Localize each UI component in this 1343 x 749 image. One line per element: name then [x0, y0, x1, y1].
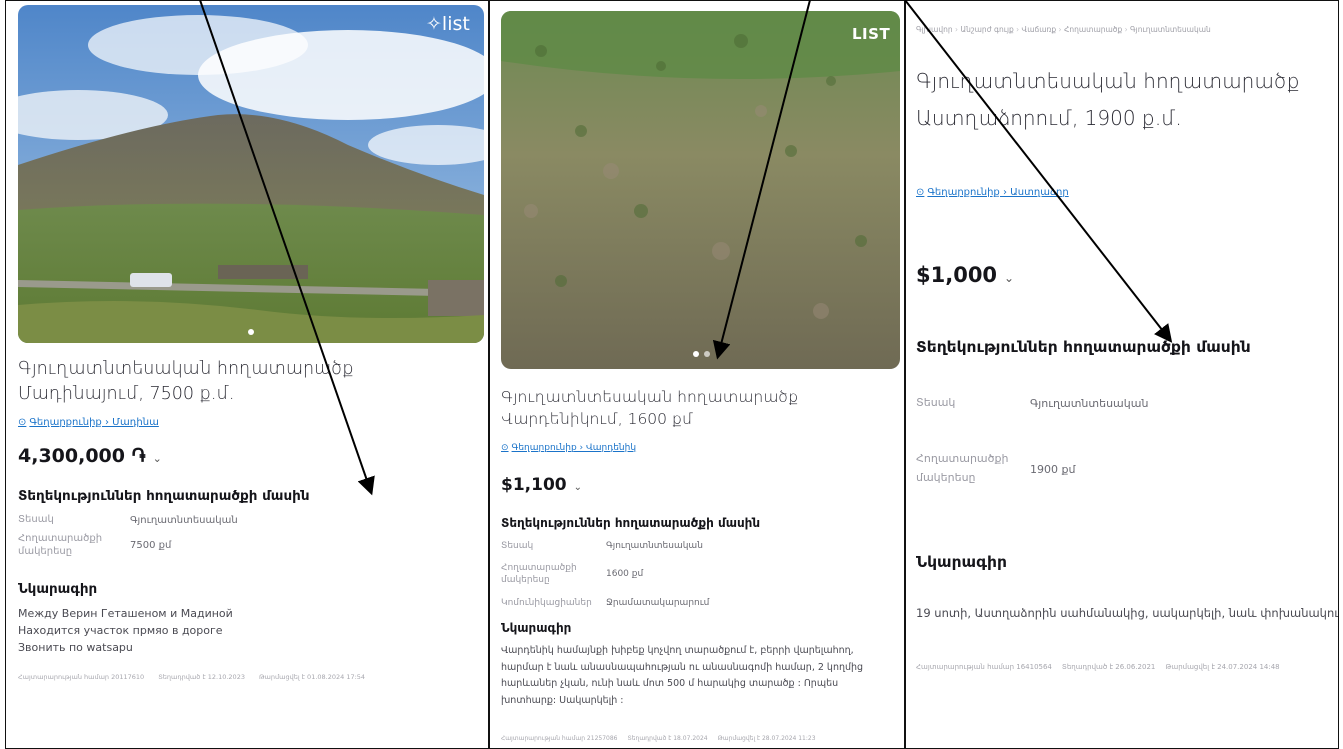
carousel-dot[interactable] [693, 351, 699, 357]
price-value: 4,300,000 ֏ [18, 445, 146, 467]
description-line: Находится участок прмяо в дороге [18, 624, 223, 638]
breadcrumb: ԳլխավորԱնշարժ գույքՎաճառքՀողատարածքԳյուղ… [916, 25, 1211, 34]
listing-card-astghadzor: ԳլխավորԱնշարժ գույքՎաճառքՀողատարածքԳյուղ… [905, 0, 1339, 749]
details-heading: Տեղեկություններ հողատարածքի մասին [916, 338, 1251, 356]
location-link[interactable]: ⊙ Գեղարքունիք › Մադինա [18, 417, 159, 428]
updated-date: Թարմացվել է 28.07.2024 11:23 [717, 735, 816, 742]
carousel-dot[interactable] [704, 351, 710, 357]
list-logo-icon: LIST [852, 25, 891, 43]
property-row: Հողատարածքի մակերեսը 1900 քմ [916, 445, 1331, 493]
property-key: Կոմունիկացիաներ [501, 597, 592, 608]
description: Վարդենիկ համայնքի խիբեք կոչվող տարածքում… [501, 645, 864, 706]
description: Между Верин Геташеном и Мадиной Находитс… [18, 605, 458, 656]
property-key: Հողատարածքի մակերեսը [501, 562, 577, 585]
description-heading: Նկարագիր [916, 553, 1007, 571]
location-text[interactable]: Գեղարքունիք › Մադինա [29, 417, 158, 428]
property-row: Հողատարածքի մակերեսը 7500 քմ [18, 530, 438, 560]
listing-id: Հայտարարության համար 21257086 [501, 735, 618, 742]
property-row: Տեսակ Գյուղատնտեսական [916, 393, 1331, 413]
chevron-down-icon[interactable]: ⌄ [574, 482, 582, 493]
updated-date: Թարմացվել է 01.08.2024 17:54 [258, 673, 366, 681]
listing-meta: Հայտարարության համար 20117610 Տեղադրված … [18, 673, 365, 681]
description-heading: Նկարագիր [501, 621, 572, 635]
description-line: Звонить по watsapu [18, 641, 133, 655]
property-key: Տեսակ [501, 540, 534, 551]
listing-title: Գյուղատնտեսական հողատարածք Մադինայում, 7… [18, 359, 354, 405]
location-pin-icon: ⊙ [501, 443, 509, 453]
listing-id: Հայտարարության համար 16410564 [916, 663, 1052, 671]
description: 19 սոտի, Աստղաձորին սահմանակից, սակարկել… [916, 606, 1339, 620]
updated-date: Թարմացվել է 24.07.2024 14:48 [1165, 663, 1280, 671]
details-heading: Տեղեկություններ հողատարածքի մասին [18, 488, 310, 504]
property-value: Գյուղատնտեսական [130, 514, 238, 526]
listing-meta: Հայտարարության համար 16410564 Տեղադրված … [916, 663, 1280, 671]
property-key: Հողատարածքի մակերեսը [18, 532, 103, 558]
list-logo-icon: ✧list [426, 13, 470, 35]
carousel-dots[interactable] [248, 329, 254, 335]
listing-card-vardenik: LIST Գյուղատնտեսական հողատարածք Վարդենիկ… [489, 0, 905, 749]
property-value: 1600 քմ [606, 569, 644, 579]
breadcrumb-item[interactable]: Հողատարածք [1056, 25, 1122, 34]
price-value: $1,000 [916, 263, 998, 287]
chevron-down-icon[interactable]: ⌄ [153, 452, 162, 465]
carousel-dot[interactable] [248, 329, 254, 335]
price-value: $1,100 [501, 475, 567, 495]
location-text[interactable]: Գեղարքունիք › Աստղաձոր [927, 187, 1068, 198]
location-link[interactable]: ⊙ Գեղարքունիք › Վարդենիկ [501, 443, 636, 453]
mountain-landscape-image [18, 5, 484, 343]
property-row: Հողատարածքի մակերեսը 1600 քմ [501, 556, 891, 592]
description-heading: Նկարագիր [18, 581, 98, 597]
posted-date: Տեղադրված է 12.10.2023 [158, 673, 245, 681]
property-value: Ջրամատակարարում [606, 598, 710, 608]
price[interactable]: 4,300,000 ֏ ⌄ [18, 445, 162, 467]
listing-title: Գյուղատնտեսական հողատարածք Վարդենիկում, … [501, 388, 799, 429]
property-key: Տեսակ [18, 514, 54, 526]
property-value: Գյուղատնտեսական [1030, 396, 1149, 410]
listing-card-madina: ✧list Գյուղատնտեսական հողատարածք Մադինայ… [5, 0, 489, 749]
listing-photo[interactable] [501, 11, 900, 369]
listing-title: Գյուղատնտեսական հողատարածք Աստղաձորում, … [916, 69, 1300, 130]
property-row: Կոմունիկացիաներ Ջրամատակարարում [501, 595, 891, 611]
location-pin-icon: ⊙ [18, 417, 27, 428]
posted-date: Տեղադրված է 18.07.2024 [627, 735, 708, 742]
listing-id: Հայտարարության համար 20117610 [18, 673, 145, 681]
description-line: Между Верин Геташеном и Мадиной [18, 607, 233, 620]
posted-date: Տեղադրված է 26.06.2021 [1061, 663, 1156, 671]
location-text[interactable]: Գեղարքունիք › Վարդենիկ [512, 443, 637, 453]
property-row: Տեսակ Գյուղատնտեսական [18, 512, 438, 528]
details-heading: Տեղեկություններ հողատարածքի մասին [501, 516, 761, 530]
location-link[interactable]: ⊙ Գեղարքունիք › Աստղաձոր [916, 187, 1069, 198]
property-value: Գյուղատնտեսական [606, 541, 703, 551]
listing-meta: Հայտարարության համար 21257086 Տեղադրված … [501, 735, 816, 742]
location-pin-icon: ⊙ [916, 187, 925, 198]
property-value: 1900 քմ [1030, 462, 1076, 476]
listing-photo[interactable] [18, 5, 484, 343]
field-landscape-image [501, 11, 900, 369]
breadcrumb-item[interactable]: Գյուղատնտեսական [1122, 25, 1211, 34]
property-key: Տեսակ [916, 395, 956, 409]
price[interactable]: $1,000 ⌄ [916, 263, 1014, 287]
carousel-dots[interactable] [693, 351, 710, 357]
property-row: Տեսակ Գյուղատնտեսական [501, 538, 891, 554]
breadcrumb-item[interactable]: Վաճառք [1014, 25, 1056, 34]
breadcrumb-item[interactable]: Անշարժ գույք [953, 25, 1014, 34]
property-key: Հողատարածքի մակերեսը [916, 452, 1009, 484]
price[interactable]: $1,100 ⌄ [501, 475, 582, 495]
breadcrumb-item[interactable]: Գլխավոր [916, 25, 953, 34]
chevron-down-icon[interactable]: ⌄ [1004, 271, 1014, 285]
property-value: 7500 քմ [130, 539, 172, 551]
